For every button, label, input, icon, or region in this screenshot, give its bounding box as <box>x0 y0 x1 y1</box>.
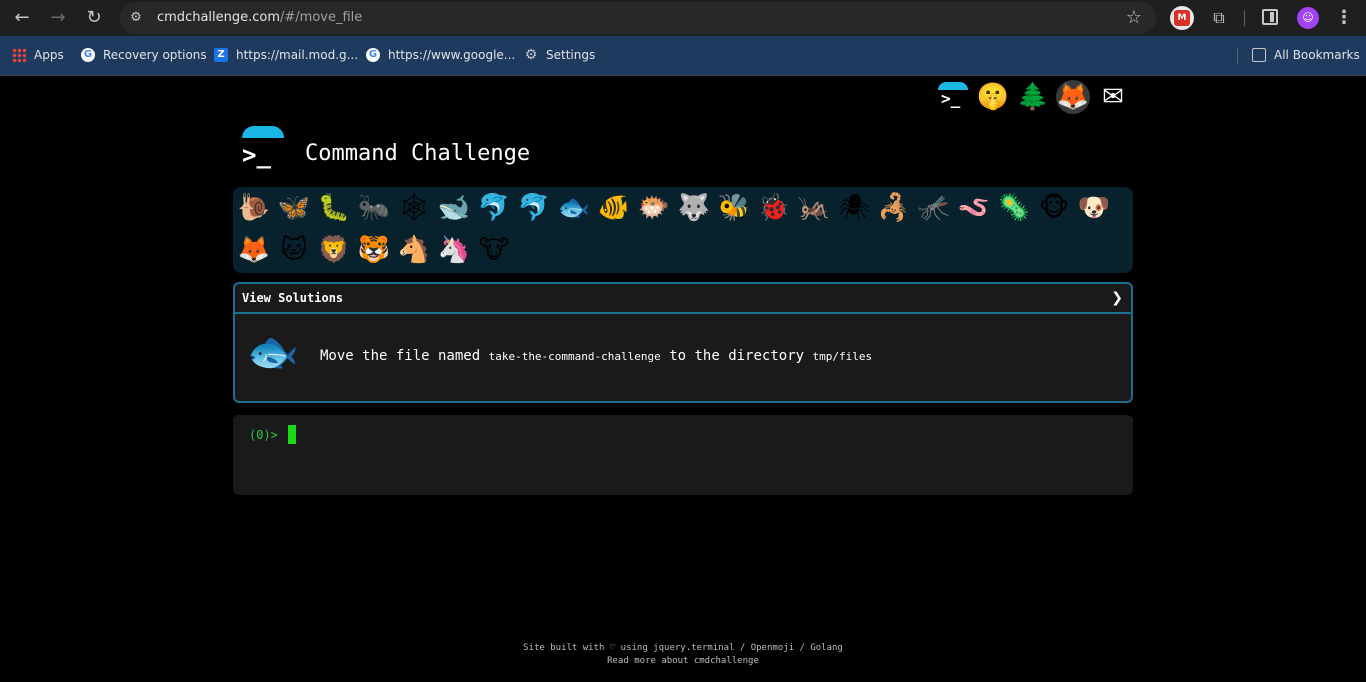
ladybug-icon[interactable]: 🐞 <box>755 189 793 227</box>
spider-icon[interactable]: 🕷 <box>835 189 873 227</box>
microbe-icon[interactable]: 🦠 <box>995 189 1033 227</box>
view-solutions-bar[interactable]: View Solutions ❯ <box>235 284 1131 314</box>
bookmark-recovery-options[interactable]: G Recovery options <box>81 46 207 64</box>
cat-icon[interactable]: 🐱 <box>275 231 313 269</box>
reload-icon[interactable]: ↻ <box>84 8 104 28</box>
url-path: /#/move_file <box>280 10 363 25</box>
site-logo[interactable]: >_ <box>240 126 286 172</box>
scorpion-icon[interactable]: 🦂 <box>875 189 913 227</box>
side-panel-icon[interactable] <box>1262 9 1278 25</box>
terminal-prompt-icon: >_ <box>242 141 271 169</box>
shushing-face-icon[interactable]: 🤫 <box>976 80 1010 114</box>
bee-icon[interactable]: 🐝 <box>715 189 753 227</box>
mail-icon[interactable]: ✉ <box>1096 80 1130 114</box>
tiger-icon[interactable]: 🐯 <box>355 231 393 269</box>
bookmark-label: Recovery options <box>103 48 207 62</box>
tree-icon[interactable]: 🌲 <box>1016 80 1050 114</box>
gitlab-icon[interactable]: 🦊 <box>1056 80 1090 114</box>
dog-icon[interactable]: 🐶 <box>1075 189 1113 227</box>
page-title: Command Challenge <box>305 141 531 166</box>
extension-icon[interactable]: M <box>1170 6 1194 30</box>
address-bar[interactable]: ⚙ cmdchallenge.com/#/move_file ☆ <box>120 2 1156 34</box>
bookmark-settings[interactable]: ⚙ Settings <box>524 46 596 64</box>
folder-icon <box>1252 48 1266 62</box>
cricket-icon[interactable]: 🦗 <box>795 189 833 227</box>
monkey-icon[interactable]: 🐵 <box>1035 189 1073 227</box>
forward-arrow-icon[interactable]: → <box>48 8 68 28</box>
toolbar-divider <box>1244 10 1245 26</box>
fish-icon: 🐟 <box>246 327 300 376</box>
bookmark-apps[interactable]: Apps <box>12 46 64 64</box>
zoho-icon: Z <box>214 48 228 62</box>
dolphin-2-icon[interactable]: 🐬 <box>515 189 553 227</box>
unicorn-icon[interactable]: 🦄 <box>435 231 473 269</box>
footer-line-2[interactable]: Read more about cmdchallenge <box>0 655 1366 668</box>
terminal-cursor[interactable] <box>288 425 296 444</box>
google-icon: G <box>366 48 380 62</box>
all-bookmarks-label: All Bookmarks <box>1274 48 1360 62</box>
wolf-icon[interactable]: 🐺 <box>675 189 713 227</box>
challenge-description: Move the file named take-the-command-cha… <box>320 347 872 366</box>
tropical-fish-icon[interactable]: 🐠 <box>595 189 633 227</box>
browser-toolbar: ← → ↻ ⚙ cmdchallenge.com/#/move_file ☆ M… <box>0 0 1366 36</box>
bookmark-label: Apps <box>34 48 64 62</box>
chevron-right-icon: ❯ <box>1111 290 1123 306</box>
challenge-animal-panel: 🐌 🦋 🐛 🐜 🕸 🐋 🐬 🐬 🐟 🐠 🐡 🐺 🐝 🐞 🦗 🕷 🦂 🦟 🪱 🦠 🐵 🐶 🦊 🐱 🦁 🐯 🐴 🦄 🐮 <box>233 187 1133 273</box>
site-info-icon[interactable]: ⚙ <box>128 10 144 26</box>
google-icon: G <box>81 48 95 62</box>
whale-icon[interactable]: 🐋 <box>435 189 473 227</box>
butterfly-icon[interactable]: 🦋 <box>275 189 313 227</box>
bookmark-mail[interactable]: Z https://mail.mod.g... <box>214 46 358 64</box>
view-solutions-label: View Solutions <box>242 291 344 305</box>
apps-grid-icon <box>12 48 26 62</box>
url-host: cmdchallenge.com <box>157 10 281 25</box>
task-dir: tmp/files <box>812 350 873 363</box>
ant-icon[interactable]: 🐜 <box>355 189 393 227</box>
challenge-card: View Solutions ❯ 🐟 Move the file named t… <box>233 282 1133 403</box>
bookmark-google[interactable]: G https://www.google... <box>366 46 515 64</box>
bookmarks-divider <box>1237 48 1238 64</box>
spider-web-icon[interactable]: 🕸 <box>395 189 433 227</box>
bookmarks-bar: Apps G Recovery options Z https://mail.m… <box>0 36 1366 76</box>
blowfish-icon[interactable]: 🐡 <box>635 189 673 227</box>
gear-icon: ⚙ <box>524 47 538 63</box>
lion-icon[interactable]: 🦁 <box>315 231 353 269</box>
profile-avatar[interactable]: ☺ <box>1297 7 1319 29</box>
bookmark-star-icon[interactable]: ☆ <box>1126 8 1142 28</box>
task-prefix: Move the file named <box>320 348 489 364</box>
fish-icon[interactable]: 🐟 <box>555 189 593 227</box>
dolphin-icon[interactable]: 🐬 <box>475 189 513 227</box>
snail-icon[interactable]: 🐌 <box>235 189 273 227</box>
caterpillar-icon[interactable]: 🐛 <box>315 189 353 227</box>
url-text[interactable]: cmdchallenge.com/#/move_file <box>157 10 362 25</box>
bookmark-label: https://www.google... <box>388 48 516 62</box>
page-content: >_ 🤫 🌲 🦊 ✉ >_ Command Challenge 🐌 🦋 🐛 🐜 🕸 🐋 🐬 🐬… <box>0 76 1366 682</box>
mosquito-icon[interactable]: 🦟 <box>915 189 953 227</box>
fox-icon[interactable]: 🦊 <box>235 231 273 269</box>
task-middle: to the directory <box>660 348 813 364</box>
cow-icon[interactable]: 🐮 <box>475 231 513 269</box>
menu-kebab-icon[interactable]: ⋮ <box>1334 6 1354 30</box>
worm-icon[interactable]: 🪱 <box>955 189 993 227</box>
task-file: take-the-command-challenge <box>488 350 661 363</box>
all-bookmarks[interactable]: All Bookmarks <box>1252 46 1360 64</box>
footer-line-1[interactable]: Site built with ♡ using jquery.terminal … <box>0 642 1366 655</box>
footer: Site built with ♡ using jquery.terminal … <box>0 642 1366 668</box>
terminal-logo-icon[interactable]: >_ <box>936 80 970 114</box>
horse-icon[interactable]: 🐴 <box>395 231 433 269</box>
back-arrow-icon[interactable]: ← <box>12 8 32 28</box>
logo-cap <box>242 126 284 138</box>
bookmark-label: https://mail.mod.g... <box>236 48 359 62</box>
extensions-puzzle-icon[interactable]: ⧉ <box>1208 7 1230 29</box>
bookmark-label: Settings <box>546 48 596 62</box>
terminal-prompt: (0)> <box>249 428 278 442</box>
terminal[interactable]: (0)> <box>233 415 1133 495</box>
